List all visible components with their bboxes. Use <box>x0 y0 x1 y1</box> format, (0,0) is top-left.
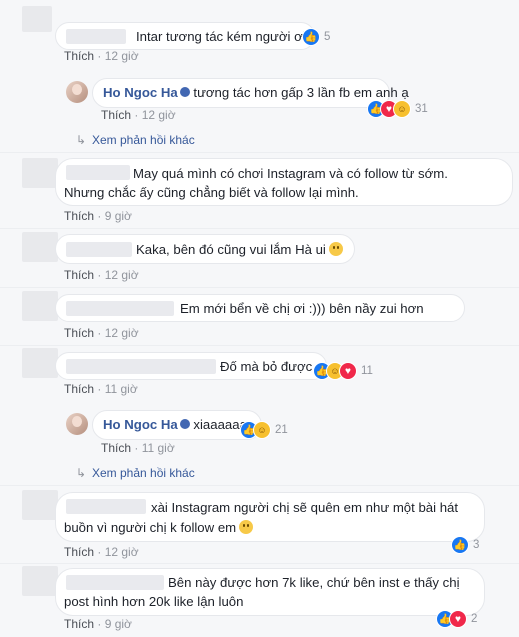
reply-bubble: Ho Ngoc Ha tương tác hơn gấp 3 lần fb em… <box>92 78 409 108</box>
comment-bubble: Kaka, bên đó cũng vui lắm Hà ui <box>55 234 355 264</box>
like-reaction-icon: 👍 <box>451 536 469 554</box>
comment-bubble: Đố mà bỏ được <box>55 352 327 380</box>
comment-meta: Thích · 9 giờ <box>64 209 132 223</box>
commenter-name[interactable]: Ho Ngoc Ha <box>103 417 178 432</box>
commenter-avatar[interactable] <box>22 566 58 596</box>
comment-time: 12 giờ <box>104 545 139 559</box>
smile-emoji-icon <box>328 242 343 256</box>
comment-time: 12 giờ <box>104 268 139 282</box>
reaction-summary[interactable]: 👍 ♥ 2 <box>436 610 477 628</box>
love-reaction-icon: ♥ <box>449 610 467 628</box>
commenter-name[interactable]: Ho Ngoc Ha <box>103 85 178 100</box>
comment-text: Đố mà bỏ được <box>220 359 313 374</box>
like-button[interactable]: Thích <box>64 49 94 63</box>
comment-text-line2: post hình hơn 20k like lận luôn <box>64 594 244 609</box>
like-reaction-icon: 👍 <box>302 28 320 46</box>
comment-bubble: xài Instagram người chị sẽ quên em như m… <box>55 492 485 542</box>
comment-meta: Thích · 11 giờ <box>101 441 175 455</box>
reaction-summary[interactable]: 👍 3 <box>451 536 479 554</box>
like-button[interactable]: Thích <box>64 326 94 340</box>
like-button[interactable]: Thích <box>64 617 94 631</box>
comment-meta: Thích · 12 giờ <box>64 49 139 63</box>
comment-bubble: Bên này được hơn 7k like, chứ bên inst e… <box>55 568 485 616</box>
comment-bubble: Em mới bển về chị ơi :))) bên nầy zui hơ… <box>55 294 465 322</box>
comment-text: tương tác hơn gấp 3 lần fb em anh ạ <box>193 85 409 100</box>
reaction-summary[interactable]: 👍 5 <box>302 28 330 46</box>
like-button[interactable]: Thích <box>101 441 131 455</box>
comment-text: Intar tương tác kém người ơi. <box>136 29 310 44</box>
comment-text-line2: buồn vì người chị k follow em <box>64 518 254 537</box>
like-button[interactable]: Thích <box>64 545 94 559</box>
redacted-name <box>66 359 216 374</box>
like-button[interactable]: Thích <box>64 382 94 396</box>
reply-bubble: Ho Ngoc Ha xiaaaaaaa <box>92 410 262 440</box>
divider <box>0 345 519 346</box>
commenter-avatar[interactable] <box>22 490 58 520</box>
comment-time: 12 giờ <box>104 49 139 63</box>
see-more-replies-link[interactable]: Xem phản hồi khác <box>92 133 195 147</box>
comment-meta: Thích · 9 giờ <box>64 617 132 631</box>
ho-ngoc-ha-avatar[interactable] <box>66 413 88 435</box>
reaction-summary[interactable]: 👍 ☺ 21 <box>240 421 288 439</box>
comment-text: Kaka, bên đó cũng vui lắm Hà ui <box>136 240 343 259</box>
comment-meta: Thích · 11 giờ <box>64 382 138 396</box>
comment-text: Em mới bển về chị ơi :))) bên nầy zui hơ… <box>180 301 424 316</box>
reply-arrow-icon: ↳ <box>76 466 87 480</box>
redacted-name <box>66 499 146 514</box>
commenter-avatar[interactable] <box>22 291 58 321</box>
divider <box>0 485 519 486</box>
comment-time: 12 giờ <box>104 326 139 340</box>
commenter-avatar[interactable] <box>22 6 52 32</box>
redacted-name <box>66 165 130 180</box>
ho-ngoc-ha-avatar[interactable] <box>66 81 88 103</box>
divider <box>0 152 519 153</box>
redacted-name <box>66 575 164 590</box>
verified-badge-icon <box>179 419 190 429</box>
comment-text-line1: Bên này được hơn 7k like, chứ bên inst e… <box>168 575 460 590</box>
comment-text-line2: Nhưng chắc ấy cũng chẳng biết và follow … <box>64 185 359 200</box>
divider <box>0 563 519 564</box>
like-button[interactable]: Thích <box>64 268 94 282</box>
redacted-name <box>66 301 174 316</box>
comment-meta: Thích · 12 giờ <box>64 545 139 559</box>
comment-text-line1: May quá mình có chơi Instagram và có fol… <box>133 166 448 181</box>
comment-text-line1: xài Instagram người chị sẽ quên em như m… <box>151 500 459 515</box>
like-button[interactable]: Thích <box>64 209 94 223</box>
comment-meta: Thích · 12 giờ <box>101 108 176 122</box>
comment-time: 11 giờ <box>141 441 175 455</box>
commenter-avatar[interactable] <box>22 232 58 262</box>
commenter-avatar[interactable] <box>22 158 58 188</box>
comment-time: 9 giờ <box>104 209 132 223</box>
divider <box>0 287 519 288</box>
comment-bubble: Intar tương tác kém người ơi. <box>55 22 315 50</box>
reply-arrow-icon: ↳ <box>76 133 87 147</box>
comment-meta: Thích · 12 giờ <box>64 326 139 340</box>
comment-meta: Thích · 12 giờ <box>64 268 139 282</box>
commenter-avatar[interactable] <box>22 348 58 378</box>
see-more-replies-link[interactable]: Xem phản hồi khác <box>92 466 195 480</box>
redacted-name <box>66 242 132 257</box>
haha-reaction-icon: ☺ <box>393 100 411 118</box>
redacted-name <box>66 29 126 44</box>
divider <box>0 228 519 229</box>
comment-time: 9 giờ <box>104 617 132 631</box>
reaction-summary[interactable]: 👍 ♥ ☺ 31 <box>367 100 428 118</box>
like-button[interactable]: Thích <box>101 108 131 122</box>
comment-time: 12 giờ <box>141 108 176 122</box>
comment-time: 11 giờ <box>104 382 138 396</box>
comment-bubble: May quá mình có chơi Instagram và có fol… <box>55 158 513 206</box>
worried-emoji-icon <box>239 520 254 534</box>
haha-reaction-icon: ☺ <box>253 421 271 439</box>
reaction-summary[interactable]: 👍 ☺ ♥ 11 <box>313 362 373 380</box>
love-reaction-icon: ♥ <box>339 362 357 380</box>
verified-badge-icon <box>179 87 190 97</box>
